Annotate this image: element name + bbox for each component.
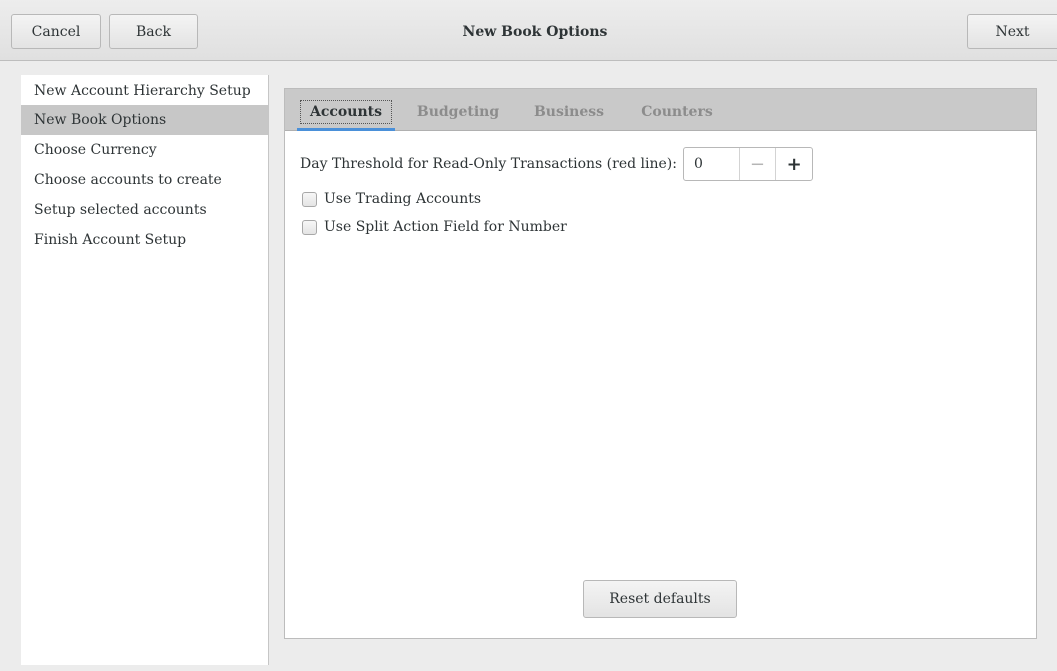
minus-icon[interactable]: −: [738, 148, 776, 180]
reset-defaults-button[interactable]: Reset defaults: [583, 580, 737, 618]
focus-ring: [300, 100, 392, 124]
trading-accounts-option[interactable]: Use Trading Accounts: [302, 188, 481, 210]
back-button[interactable]: Back: [109, 14, 198, 49]
header-bar: Cancel Back New Book Options Next: [0, 0, 1057, 61]
sidebar-item-choose-currency[interactable]: Choose Currency: [21, 135, 268, 165]
sidebar-item-account-hierarchy-setup[interactable]: New Account Hierarchy Setup: [21, 75, 268, 105]
sidebar-item-finish-setup[interactable]: Finish Account Setup: [21, 225, 268, 255]
tab-bar: Accounts Budgeting Business Counters: [285, 89, 1036, 131]
tab-business[interactable]: Business: [529, 97, 609, 127]
plus-icon[interactable]: +: [775, 148, 812, 180]
split-action-option[interactable]: Use Split Action Field for Number: [302, 216, 567, 238]
tab-accounts[interactable]: Accounts: [297, 97, 395, 131]
trading-accounts-label: Use Trading Accounts: [324, 191, 482, 207]
trading-accounts-checkbox[interactable]: [302, 191, 317, 207]
sidebar-item-choose-accounts[interactable]: Choose accounts to create: [21, 165, 268, 195]
assistant-window: Cancel Back New Book Options Next New Ac…: [0, 0, 1057, 671]
active-tab-indicator: [297, 128, 395, 131]
cancel-button[interactable]: Cancel: [11, 14, 101, 49]
sidebar-item-setup-accounts[interactable]: Setup selected accounts: [21, 195, 268, 225]
threshold-row: Day Threshold for Read-Only Transactions…: [300, 147, 813, 181]
options-frame: Accounts Budgeting Business Counters Day…: [284, 88, 1037, 639]
tab-counters[interactable]: Counters: [637, 97, 717, 127]
threshold-input[interactable]: 0: [684, 148, 739, 180]
page-title: New Book Options: [462, 23, 608, 40]
split-action-label: Use Split Action Field for Number: [324, 219, 567, 235]
threshold-spinbutton: 0 − +: [682, 147, 813, 181]
sidebar-item-new-book-options[interactable]: New Book Options: [21, 105, 268, 135]
tab-budgeting[interactable]: Budgeting: [413, 97, 503, 127]
step-sidebar: New Account Hierarchy Setup New Book Opt…: [21, 75, 269, 665]
threshold-label: Day Threshold for Read-Only Transactions…: [300, 156, 677, 172]
split-action-checkbox[interactable]: [302, 219, 317, 235]
next-button[interactable]: Next: [967, 14, 1057, 49]
